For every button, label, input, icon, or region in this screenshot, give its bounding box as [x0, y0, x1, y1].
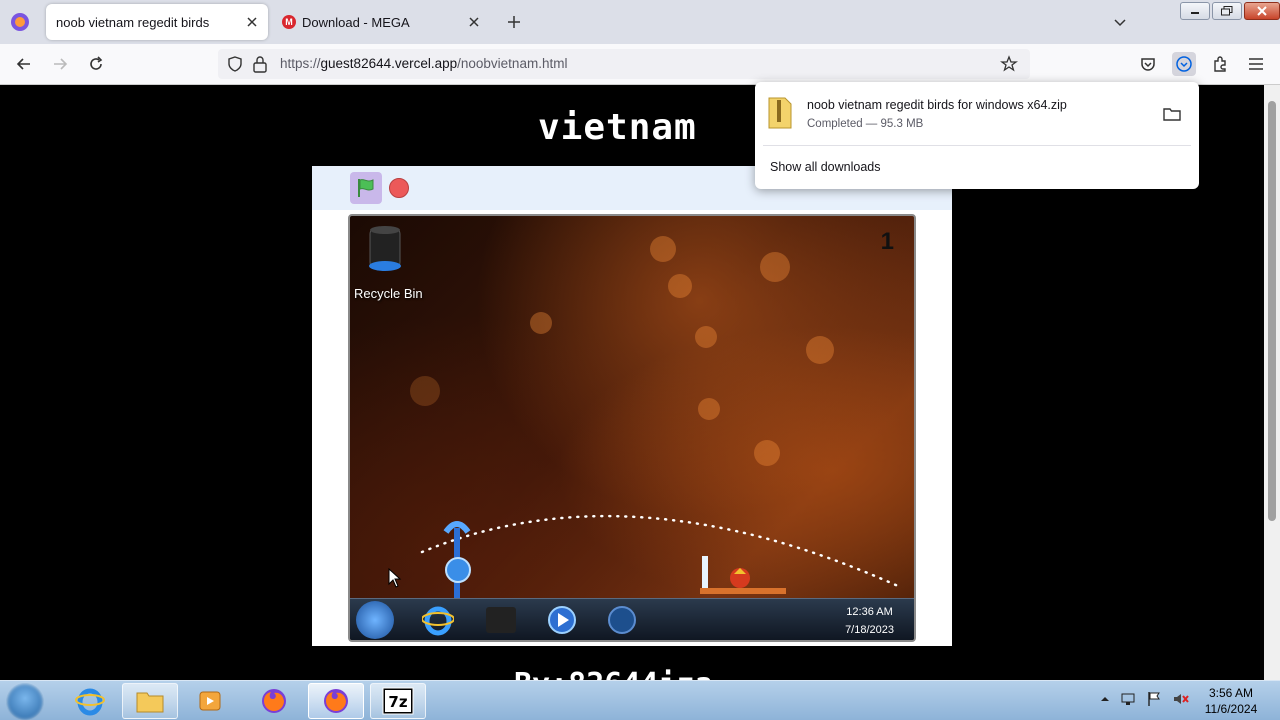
url-path: /noobvietnam.html: [457, 56, 568, 71]
credit-text: By:82644iza: [514, 667, 713, 680]
folder-icon: [136, 692, 164, 713]
downloads-panel: noob vietnam regedit birds for windows x…: [755, 82, 1199, 189]
emulated-clock: 12:36 AM 7/18/2023: [845, 603, 894, 639]
taskbar-media-player[interactable]: [182, 683, 238, 719]
list-all-tabs-icon[interactable]: [1110, 12, 1130, 32]
taskbar-firefox[interactable]: [246, 683, 302, 719]
internet-explorer-icon: [75, 688, 105, 716]
url-host: guest82644.vercel.app: [320, 56, 458, 71]
scratch-player: Recycle Bin 1 12:36 AM 7/18/2023: [312, 166, 952, 646]
downloads-button[interactable]: [1172, 52, 1196, 76]
explorer-icon: [486, 607, 516, 633]
show-hidden-icons-icon[interactable]: [1100, 694, 1110, 704]
url-protocol: https://: [280, 56, 321, 71]
close-window-button[interactable]: [1244, 2, 1280, 20]
start-button[interactable]: [6, 683, 44, 720]
taskbar-firefox-active[interactable]: [308, 683, 364, 719]
menu-icon[interactable]: [1246, 54, 1266, 74]
tab-mega-download[interactable]: M Download - MEGA: [276, 4, 490, 40]
reload-icon[interactable]: [86, 54, 106, 74]
close-icon: [1257, 6, 1267, 16]
scrollbar-thumb[interactable]: [1268, 101, 1276, 521]
green-flag-button[interactable]: [350, 172, 382, 204]
restore-icon: [1221, 6, 1233, 16]
url-bar[interactable]: https://guest82644.vercel.app/noobvietna…: [218, 49, 1030, 79]
zip-file-icon: [768, 97, 792, 129]
download-icon: [1176, 56, 1192, 72]
forward-icon[interactable]: [50, 54, 70, 74]
restore-button[interactable]: [1212, 2, 1242, 20]
close-tab-icon[interactable]: [244, 14, 260, 30]
close-tab-icon[interactable]: [466, 14, 482, 30]
firefox-view-icon[interactable]: [8, 10, 32, 34]
nav-bar: https://guest82644.vercel.app/noobvietna…: [0, 44, 1280, 85]
tab-title: Download - MEGA: [302, 15, 410, 30]
clock-date: 11/6/2024: [1204, 702, 1258, 716]
emulated-clock-date: 7/18/2023: [845, 624, 894, 636]
pig-target: [700, 556, 786, 594]
game-stage[interactable]: Recycle Bin 1 12:36 AM 7/18/2023: [348, 214, 916, 642]
page-title: vietnam: [538, 107, 697, 148]
media-center-icon: [199, 691, 221, 711]
minimize-button[interactable]: [1180, 2, 1210, 20]
firefox-icon: [324, 689, 348, 713]
volume-muted-icon[interactable]: [1172, 691, 1190, 707]
trajectory-path: [420, 514, 900, 598]
show-all-downloads-button[interactable]: Show all downloads: [770, 160, 881, 174]
pocket-icon[interactable]: [1138, 54, 1158, 74]
window-controls: [1180, 2, 1280, 20]
emulated-start-icon: [356, 601, 394, 639]
taskbar-clock[interactable]: 3:56 AM 11/6/2024: [1196, 685, 1266, 717]
seven-zip-icon: 7z: [382, 687, 414, 715]
extensions-icon[interactable]: [1210, 54, 1230, 74]
taskbar-internet-explorer[interactable]: [62, 683, 118, 719]
internet-explorer-icon: [422, 606, 454, 636]
bookmark-star-icon[interactable]: [1000, 55, 1018, 73]
emulated-taskbar: 12:36 AM 7/18/2023: [350, 598, 914, 640]
tracking-protection-icon[interactable]: [226, 55, 244, 73]
globe-icon: [608, 606, 636, 634]
svg-text:7z: 7z: [388, 693, 407, 711]
minimize-icon: [1191, 12, 1199, 14]
download-status: Completed — 95.3 MB: [807, 118, 924, 130]
media-player-icon: [548, 606, 576, 634]
green-flag-icon: [358, 179, 374, 197]
tab-bar: noob vietnam regedit birds M Download - …: [0, 0, 1280, 44]
download-file-name[interactable]: noob vietnam regedit birds for windows x…: [807, 98, 1067, 112]
taskbar-7zip[interactable]: 7z: [370, 683, 426, 719]
system-tray: [1100, 691, 1190, 707]
clock-time: 3:56 AM: [1208, 686, 1254, 700]
back-icon[interactable]: [14, 54, 34, 74]
action-center-flag-icon[interactable]: [1146, 691, 1162, 707]
emulated-clock-time: 12:36 AM: [846, 606, 893, 618]
mouse-pointer-icon: [388, 568, 402, 588]
page-scrollbar[interactable]: [1264, 85, 1280, 680]
divider: [763, 145, 1191, 146]
lock-icon[interactable]: [252, 55, 268, 73]
mega-icon: M: [282, 15, 296, 29]
new-tab-icon[interactable]: [504, 12, 524, 32]
taskbar-file-explorer[interactable]: [122, 683, 178, 719]
tab-noob-vietnam[interactable]: noob vietnam regedit birds: [46, 4, 268, 40]
tab-title: noob vietnam regedit birds: [56, 15, 210, 30]
windows-taskbar: 7z 3:56 AM 11/6/2024: [0, 680, 1280, 720]
open-folder-icon[interactable]: [1163, 106, 1181, 122]
firefox-icon: [262, 689, 286, 713]
stop-button[interactable]: [389, 178, 409, 198]
url-text[interactable]: https://guest82644.vercel.app/noobvietna…: [280, 56, 567, 71]
network-icon[interactable]: [1120, 691, 1136, 707]
